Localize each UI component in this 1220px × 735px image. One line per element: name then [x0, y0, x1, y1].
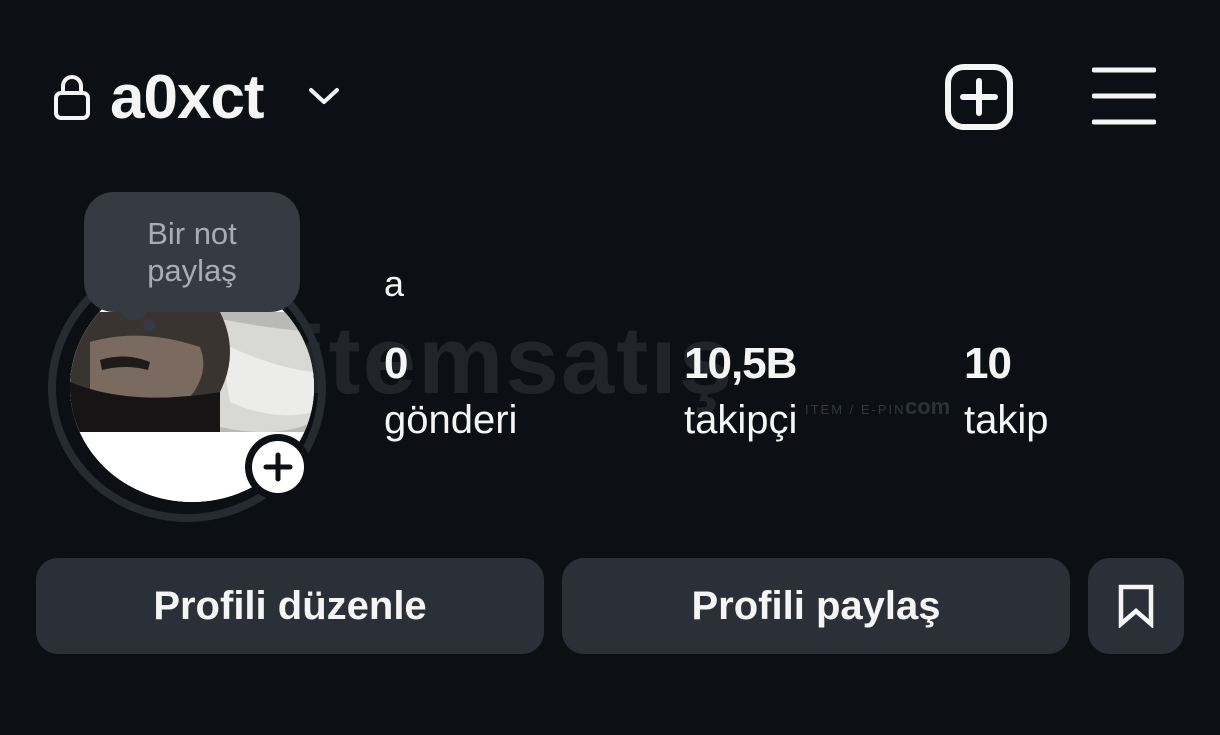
following-label: takip	[964, 398, 1049, 442]
posts-count: 0	[384, 339, 408, 388]
stat-following[interactable]: 10 takip	[964, 338, 1049, 450]
watermark-subtext: ITEM / E-PIN	[805, 402, 906, 417]
bookmark-icon	[1118, 584, 1154, 628]
posts-label: gönderi	[384, 398, 518, 442]
plus-icon	[263, 452, 293, 482]
display-name: a	[384, 263, 405, 304]
share-profile-button[interactable]: Profili paylaş	[562, 558, 1070, 654]
followers-label: takipçi	[684, 398, 798, 442]
note-bubble-tail	[122, 304, 146, 320]
account-username[interactable]: a0xct	[110, 60, 265, 136]
stat-posts[interactable]: 0 gönderi	[384, 338, 517, 450]
menu-icon[interactable]	[1092, 66, 1156, 126]
add-story-circle	[252, 441, 304, 493]
note-text: Bir not paylaş	[147, 216, 237, 288]
profile-page: itemsatış ITEM / E-PIN com a0xct Bir not…	[0, 0, 1220, 735]
add-story-button[interactable]	[245, 434, 311, 500]
watermark-suffix: com	[905, 394, 951, 419]
new-post-icon[interactable]	[944, 64, 1014, 130]
chevron-down-icon[interactable]	[305, 82, 343, 110]
stat-followers[interactable]: 10,5B takipçi	[684, 338, 797, 450]
note-bubble[interactable]: Bir not paylaş	[84, 192, 300, 312]
edit-profile-button[interactable]: Profili düzenle	[36, 558, 544, 654]
following-count: 10	[964, 339, 1012, 388]
lock-icon	[54, 75, 90, 120]
note-bubble-tail-dot	[143, 319, 155, 331]
saved-button[interactable]	[1088, 558, 1184, 654]
followers-count: 10,5B	[684, 339, 797, 388]
